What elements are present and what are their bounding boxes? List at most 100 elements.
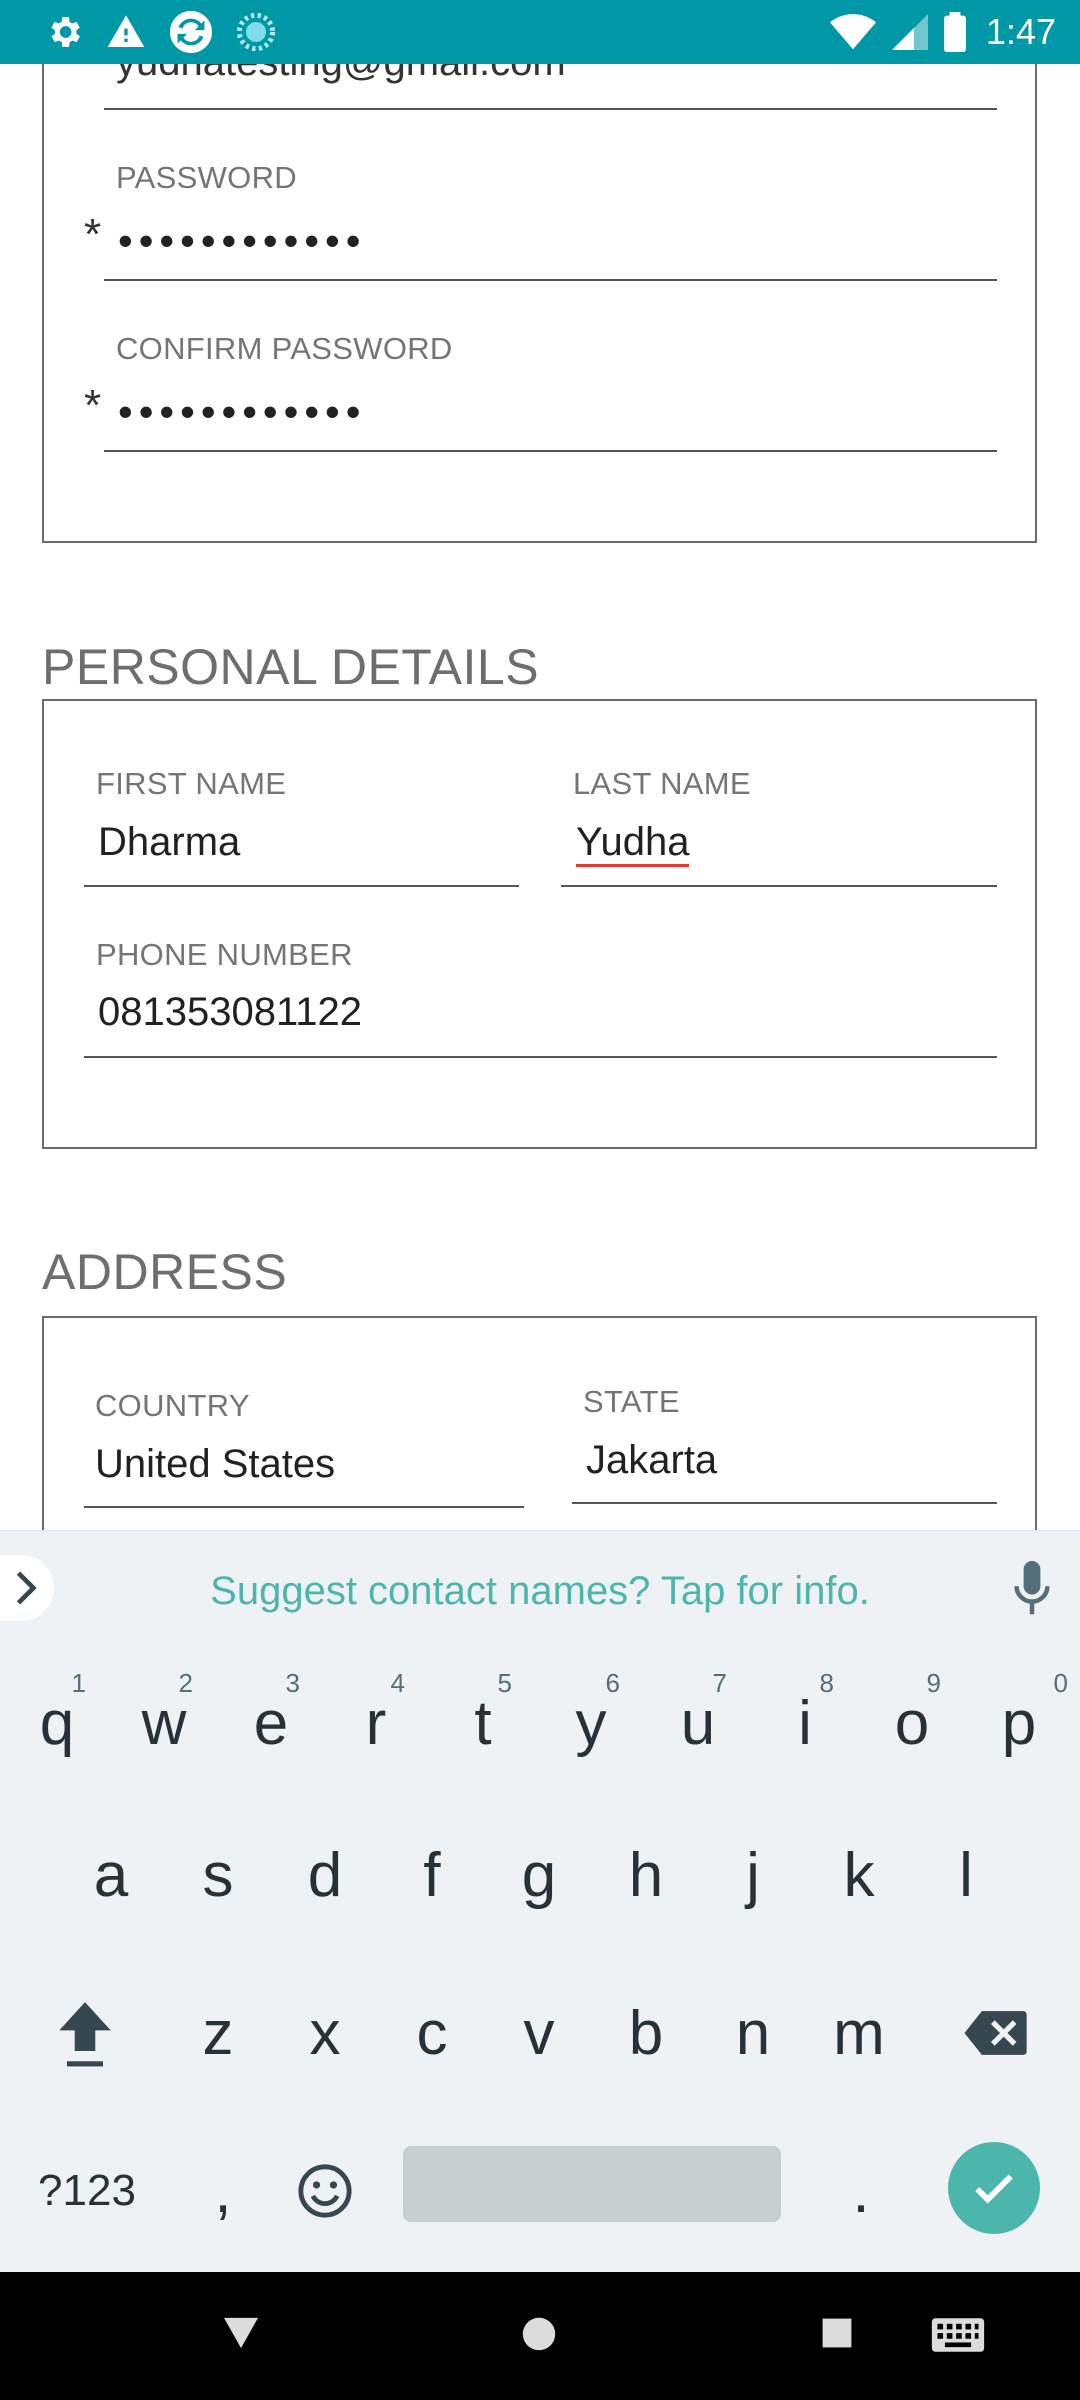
key-e[interactable]: e3 — [218, 1648, 324, 1798]
key-p-label: p — [1001, 1688, 1037, 1758]
key-h-label: h — [628, 1840, 664, 1910]
key-y-hint: 6 — [605, 1668, 620, 1698]
suggest-contacts-prompt[interactable]: Suggest contact names? Tap for info. — [0, 1569, 1080, 1614]
wifi-icon — [829, 14, 876, 50]
key-u[interactable]: u7 — [645, 1648, 751, 1798]
symbols-key-label: ?123 — [38, 2166, 136, 2215]
key-k[interactable]: k — [806, 1800, 912, 1950]
key-o[interactable]: o9 — [859, 1648, 965, 1798]
key-t-label: t — [474, 1688, 492, 1758]
key-n[interactable]: n — [700, 1958, 806, 2108]
key-q-hint: 1 — [71, 1668, 86, 1698]
key-r[interactable]: r4 — [323, 1648, 429, 1798]
key-v[interactable]: v — [486, 1958, 592, 2108]
key-q-label: q — [39, 1688, 75, 1758]
battery-icon — [944, 12, 966, 52]
key-o-label: o — [894, 1688, 930, 1758]
password-required-mark: * — [84, 210, 102, 259]
key-j-label: j — [746, 1840, 760, 1910]
key-v-label: v — [523, 1998, 555, 2068]
key-i-label: i — [798, 1688, 812, 1758]
signal-icon — [891, 14, 928, 50]
email-field-underline — [104, 108, 997, 110]
back-icon[interactable] — [222, 2316, 260, 2350]
confirm-password-field[interactable]: •••••••••••• — [118, 391, 366, 433]
key-q[interactable]: q1 — [4, 1648, 110, 1798]
key-y[interactable]: y6 — [538, 1648, 644, 1798]
first-name-label: FIRST NAME — [96, 766, 287, 801]
backspace-key[interactable] — [942, 1958, 1048, 2108]
state-field[interactable]: Jakarta — [586, 1438, 717, 1483]
suggestion-strip: Suggest contact names? Tap for info. — [0, 1530, 1080, 1649]
country-field[interactable]: United States — [95, 1442, 335, 1487]
key-c-label: c — [416, 1998, 448, 2068]
key-l[interactable]: l — [913, 1800, 1019, 1950]
warning-icon — [107, 15, 145, 48]
key-c[interactable]: c — [379, 1958, 485, 2108]
key-r-hint: 4 — [390, 1668, 405, 1698]
key-e-hint: 3 — [285, 1668, 300, 1698]
key-m-label: m — [833, 1998, 885, 2068]
key-t-hint: 5 — [497, 1668, 512, 1698]
key-p-hint: 0 — [1053, 1668, 1068, 1698]
key-a[interactable]: a — [58, 1800, 164, 1950]
key-x[interactable]: x — [272, 1958, 378, 2108]
emoji-icon — [298, 2164, 352, 2218]
country-label: COUNTRY — [95, 1388, 250, 1423]
form-scroll-area[interactable]: yudhatesting@gmail.com PASSWORD * ••••••… — [0, 64, 1080, 1530]
emoji-key[interactable] — [272, 2116, 378, 2266]
first-name-field[interactable]: Dharma — [98, 820, 240, 865]
state-label: STATE — [583, 1384, 680, 1419]
password-field[interactable]: •••••••••••• — [118, 220, 366, 262]
key-h[interactable]: h — [593, 1800, 699, 1950]
comma-key[interactable]: , — [170, 2116, 276, 2266]
home-icon[interactable] — [521, 2316, 557, 2352]
confirm-password-underline — [104, 450, 997, 452]
key-u-hint: 7 — [712, 1668, 727, 1698]
phone-number-field[interactable]: 081353081122 — [98, 990, 362, 1035]
key-f[interactable]: f — [379, 1800, 485, 1950]
key-j[interactable]: j — [700, 1800, 806, 1950]
shift-icon — [59, 2002, 111, 2067]
key-y-label: y — [575, 1688, 607, 1758]
key-z[interactable]: z — [165, 1958, 271, 2108]
key-s[interactable]: s — [165, 1800, 271, 1950]
key-m[interactable]: m — [806, 1958, 912, 2108]
period-key-label: . — [852, 2156, 870, 2226]
recents-icon[interactable] — [821, 2317, 853, 2349]
address-title: ADDRESS — [42, 1244, 288, 1300]
key-p[interactable]: p0 — [966, 1648, 1072, 1798]
confirm-password-label: CONFIRM PASSWORD — [116, 331, 453, 366]
key-i[interactable]: i8 — [752, 1648, 858, 1798]
key-n-label: n — [735, 1998, 771, 2068]
state-underline — [572, 1502, 997, 1504]
first-name-underline — [84, 885, 519, 887]
phone-number-underline — [84, 1056, 997, 1058]
key-e-label: e — [253, 1688, 289, 1758]
key-w[interactable]: w2 — [111, 1648, 217, 1798]
period-key[interactable]: . — [808, 2116, 914, 2266]
sync-app-icon — [169, 10, 213, 54]
keyboard-switch-icon[interactable] — [930, 2316, 986, 2354]
shift-key[interactable] — [32, 1958, 138, 2108]
last-name-label: LAST NAME — [573, 766, 751, 801]
microphone-icon[interactable] — [1012, 1561, 1052, 1617]
navigation-bar — [0, 2272, 1080, 2400]
symbols-key[interactable]: ?123 — [22, 2116, 152, 2266]
space-key[interactable] — [403, 2146, 781, 2222]
key-z-label: z — [202, 1998, 234, 2068]
last-name-field[interactable]: Yudha — [576, 820, 690, 867]
key-g[interactable]: g — [486, 1800, 592, 1950]
email-field-value[interactable]: yudhatesting@gmail.com — [116, 64, 566, 85]
done-key[interactable] — [948, 2142, 1040, 2234]
key-a-label: a — [93, 1840, 129, 1910]
personal-details-title: PERSONAL DETAILS — [42, 639, 540, 695]
comma-key-label: , — [214, 2156, 232, 2226]
key-l-label: l — [959, 1840, 973, 1910]
key-d[interactable]: d — [272, 1800, 378, 1950]
account-box — [42, 64, 1037, 543]
key-f-label: f — [423, 1840, 441, 1910]
key-b[interactable]: b — [593, 1958, 699, 2108]
confirm-password-required-mark: * — [84, 381, 102, 430]
key-t[interactable]: t5 — [430, 1648, 536, 1798]
